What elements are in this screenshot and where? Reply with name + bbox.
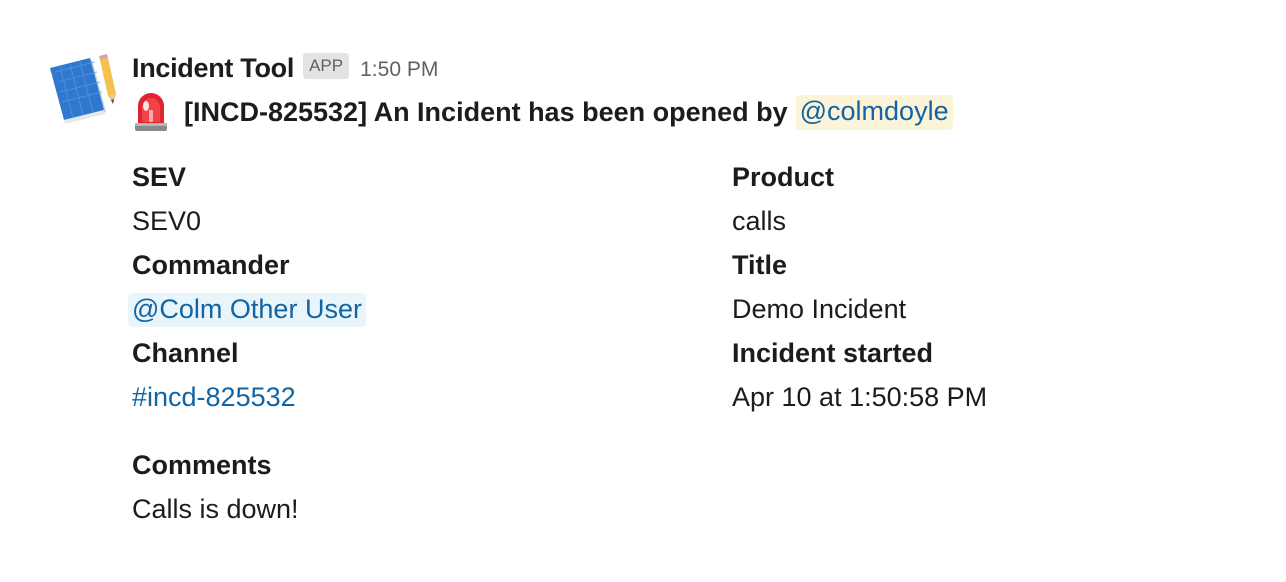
user-mention-commander[interactable]: @Colm Other User (128, 293, 366, 327)
comments-label: Comments (132, 450, 272, 480)
sev-value: SEV0 (132, 206, 202, 236)
commander-label: Commander (132, 250, 290, 280)
notebook-pencil-icon (50, 54, 116, 124)
app-badge: APP (303, 53, 350, 79)
message-header: Incident Tool APP 1:50 PM (132, 50, 438, 86)
user-mention-colmdoyle[interactable]: @colmdoyle (795, 94, 953, 130)
product-label: Product (732, 162, 835, 192)
incident-started-value: Apr 10 at 1:50:58 PM (732, 382, 988, 412)
app-avatar[interactable] (46, 52, 118, 124)
incident-headline: [INCD-825532] An Incident has been opene… (132, 92, 953, 132)
message-timestamp[interactable]: 1:50 PM (360, 58, 438, 82)
product-value: calls (732, 206, 787, 236)
message: Incident Tool APP 1:50 PM [INCD-825532] … (0, 0, 1286, 582)
incident-started-label: Incident started (732, 338, 934, 368)
sev-label: SEV (132, 162, 187, 192)
headline-text: [INCD-825532] An Incident has been opene… (184, 96, 788, 127)
channel-value: #incd-825532 (132, 382, 296, 413)
rotating-light-icon (135, 93, 167, 131)
title-value: Demo Incident (732, 294, 907, 324)
title-label: Title (732, 250, 788, 280)
comments-value: Calls is down! (132, 494, 299, 524)
channel-link[interactable]: #incd-825532 (132, 382, 296, 412)
sender-name[interactable]: Incident Tool (132, 53, 294, 84)
commander-value: @Colm Other User (128, 293, 366, 327)
channel-label: Channel (132, 338, 239, 368)
